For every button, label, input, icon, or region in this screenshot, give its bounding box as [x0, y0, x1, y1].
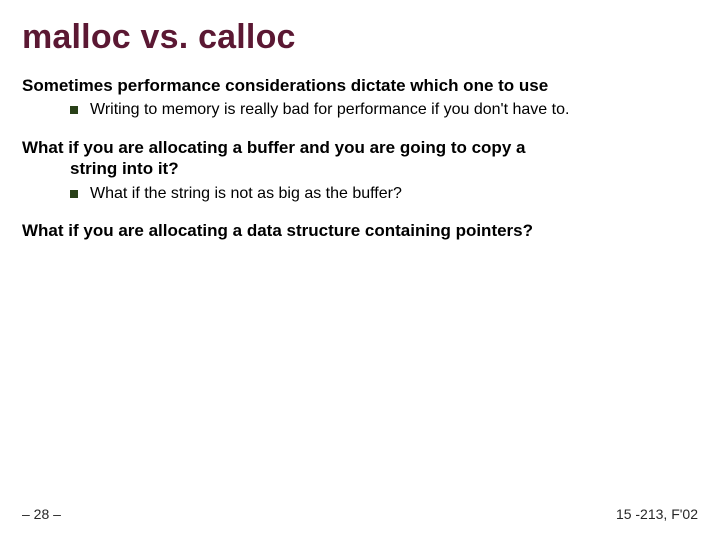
bullet-row: Writing to memory is really bad for perf…: [22, 100, 698, 121]
bullet-row: What if the string is not as big as the …: [22, 184, 698, 205]
heading-2-cont: string into it?: [22, 158, 698, 179]
course-tag: 15 -213, F'02: [616, 506, 698, 522]
heading-1: Sometimes performance considerations dic…: [22, 75, 698, 96]
heading-2-text: What if you are allocating a buffer and …: [22, 138, 525, 157]
content-block-3: What if you are allocating a data struct…: [22, 220, 698, 241]
bullet-text: Writing to memory is really bad for perf…: [90, 100, 569, 121]
heading-3: What if you are allocating a data struct…: [22, 220, 698, 241]
bullet-text: What if the string is not as big as the …: [90, 184, 402, 205]
square-bullet-icon: [70, 190, 78, 198]
page-number: – 28 –: [22, 506, 61, 522]
heading-1-text: Sometimes performance considerations dic…: [22, 76, 548, 95]
square-bullet-icon: [70, 106, 78, 114]
slide-title: malloc vs. calloc: [22, 18, 698, 57]
heading-3-text: What if you are allocating a data struct…: [22, 221, 533, 240]
heading-2: What if you are allocating a buffer and …: [22, 137, 698, 180]
content-block-1: Sometimes performance considerations dic…: [22, 75, 698, 121]
footer: – 28 – 15 -213, F'02: [22, 506, 698, 522]
content-block-2: What if you are allocating a buffer and …: [22, 137, 698, 204]
